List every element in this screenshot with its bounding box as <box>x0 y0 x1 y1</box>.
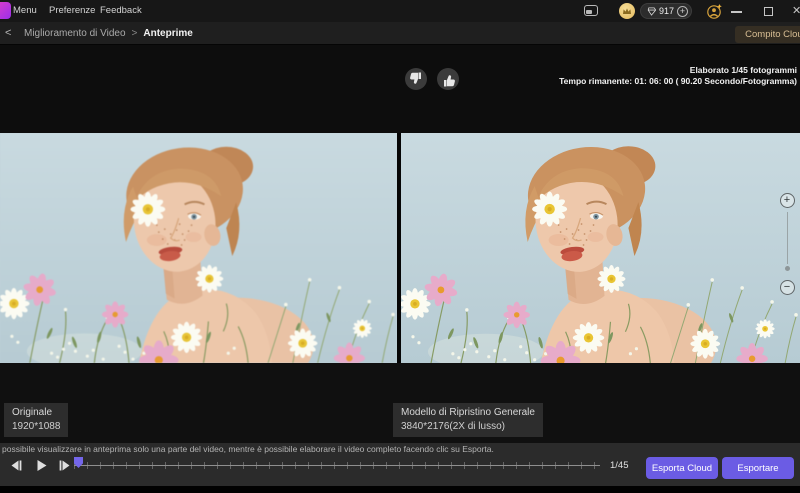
zoom-out-button[interactable]: − <box>780 280 795 295</box>
window-minimize-button[interactable] <box>731 11 742 13</box>
play-button[interactable] <box>33 458 49 472</box>
next-frame-button[interactable] <box>57 458 73 472</box>
menu-item-feedback[interactable]: Feedback <box>100 5 142 16</box>
previous-frame-button[interactable] <box>8 458 24 472</box>
enhanced-video-frame <box>401 133 800 363</box>
avatar-crown-icon[interactable] <box>619 3 635 19</box>
enhanced-model-label: Modello di Ripristino Generale <box>401 406 535 420</box>
mini-player-icon[interactable] <box>584 5 598 16</box>
breadcrumb-bar: < Miglioramento di Video > Anteprime Com… <box>0 22 800 45</box>
breadcrumb-separator: > <box>132 28 138 39</box>
time-remaining-text: Tempo rimanente: 01: 06: 00 ( 90.20 Seco… <box>559 76 797 87</box>
frame-counter: 1/45 <box>610 460 629 471</box>
status-zone: Elaborato 1/45 fotogrammi Tempo rimanent… <box>0 45 800 133</box>
thumbs-down-button[interactable] <box>405 68 427 90</box>
comparison-preview: + − <box>0 133 800 363</box>
back-chevron-icon[interactable]: < <box>2 27 18 39</box>
window-maximize-button[interactable] <box>764 7 773 16</box>
zoom-control: + − <box>779 193 795 295</box>
crown-icon <box>622 7 632 15</box>
previous-frame-icon <box>9 459 23 472</box>
label-strip: Originale 1920*1088 Modello di Ripristin… <box>0 363 800 443</box>
breadcrumb-current: Anteprime <box>143 28 192 39</box>
thumbs-up-icon <box>441 72 456 87</box>
enhanced-label-badge: Modello di Ripristino Generale 3840*2176… <box>393 403 543 437</box>
processing-status: Elaborato 1/45 fotogrammi Tempo rimanent… <box>559 65 797 87</box>
original-video-panel[interactable] <box>0 133 397 363</box>
original-video-frame <box>0 133 397 363</box>
original-resolution: 1920*1088 <box>12 420 60 434</box>
credits-count: 917 <box>659 6 674 16</box>
play-icon <box>35 459 48 472</box>
original-label-badge: Originale 1920*1088 <box>4 403 68 437</box>
timeline-slider[interactable] <box>74 457 600 473</box>
account-icon[interactable] <box>706 3 723 20</box>
title-bar: Menu Preferenze Feedback 917 + ✕ <box>0 0 800 22</box>
app-logo <box>0 2 11 19</box>
thumbs-up-button[interactable] <box>437 68 459 90</box>
menu-item-preferences[interactable]: Preferenze <box>49 5 95 16</box>
breadcrumb-parent[interactable]: Miglioramento di Video <box>24 28 126 39</box>
export-button[interactable]: Esportare <box>722 457 794 479</box>
credits-pill[interactable]: 917 + <box>640 3 692 19</box>
menu-item-menu[interactable]: Menu <box>13 5 37 16</box>
thumbs-down-icon <box>409 72 424 87</box>
zoom-slider-track[interactable] <box>787 212 788 264</box>
user-star-icon <box>706 3 723 20</box>
cloud-task-button[interactable]: Compito Cloud <box>735 26 800 43</box>
enhanced-video-panel[interactable]: + − <box>401 133 800 363</box>
add-credits-icon[interactable]: + <box>677 6 688 17</box>
bottom-strip <box>0 486 800 493</box>
window-close-button[interactable]: ✕ <box>792 4 800 17</box>
playback-footer: possibile visualizzare in anteprima solo… <box>0 443 800 486</box>
preview-notice-text: possibile visualizzare in anteprima solo… <box>2 444 494 454</box>
export-cloud-button[interactable]: Esporta Cloud <box>646 457 718 479</box>
enhanced-resolution: 3840*2176(2X di lusso) <box>401 420 535 434</box>
diamond-icon <box>647 7 656 16</box>
zoom-in-button[interactable]: + <box>780 193 795 208</box>
original-label: Originale <box>12 406 60 420</box>
timeline-track[interactable] <box>74 465 600 466</box>
next-frame-icon <box>58 459 72 472</box>
zoom-slider-handle[interactable] <box>785 266 790 271</box>
frames-processed-text: Elaborato 1/45 fotogrammi <box>559 65 797 76</box>
